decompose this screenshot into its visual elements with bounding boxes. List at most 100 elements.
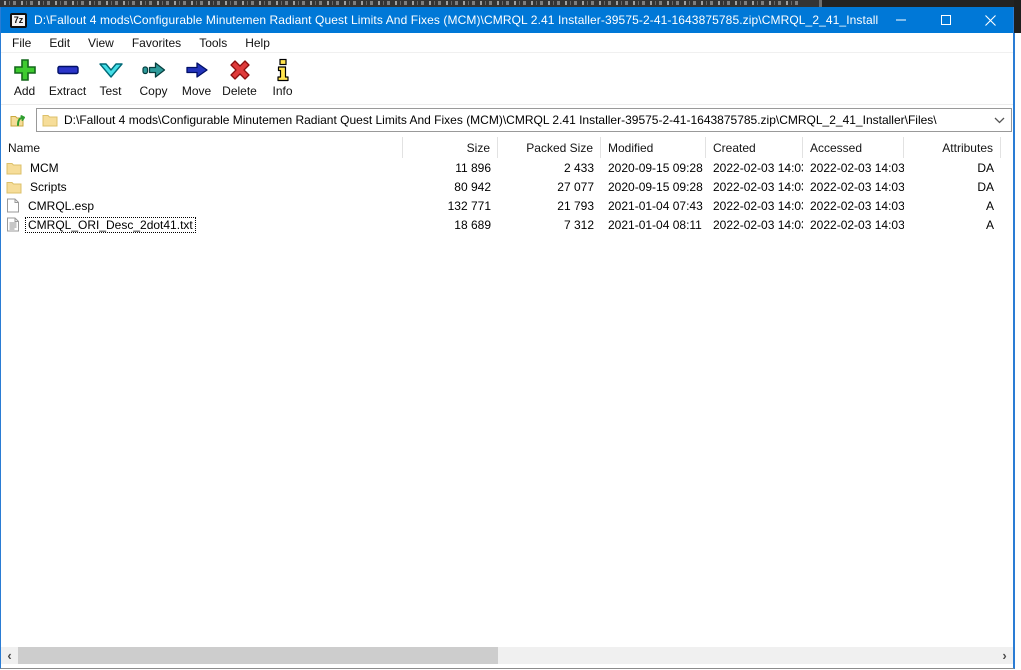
close-button[interactable] [968, 7, 1013, 33]
menu-item-tools[interactable]: Tools [190, 34, 236, 52]
scrollbar-track[interactable] [18, 647, 996, 664]
delete-button-label: Delete [222, 84, 257, 98]
screen: 7z D:\Fallout 4 mods\Configurable Minute… [0, 0, 1021, 670]
add-plus-icon [12, 57, 38, 83]
table-row[interactable]: CMRQL_ORI_Desc_2dot41.txt 18 689 7 312 2… [1, 215, 1013, 234]
file-created: 2022-02-03 14:03 [706, 161, 803, 175]
file-accessed: 2022-02-03 14:03 [803, 161, 904, 175]
7zip-app-icon: 7z [10, 13, 27, 28]
maximize-button[interactable] [923, 7, 968, 33]
folder-icon [42, 113, 58, 127]
add-button[interactable]: Add [3, 57, 46, 98]
file-size: 18 689 [403, 218, 498, 232]
extract-button[interactable]: Extract [46, 57, 89, 98]
maximize-icon [940, 14, 952, 26]
table-row[interactable]: CMRQL.esp 132 771 21 793 2021-01-04 07:4… [1, 196, 1013, 215]
window-title: D:\Fallout 4 mods\Configurable Minutemen… [34, 13, 878, 27]
7zip-window: 7z D:\Fallout 4 mods\Configurable Minute… [0, 7, 1015, 669]
file-list: MCM 11 896 2 433 2020-09-15 09:28 2022-0… [1, 158, 1013, 234]
file-packed-size: 21 793 [498, 199, 601, 213]
file-created: 2022-02-03 14:03 [706, 218, 803, 232]
window-controls [878, 7, 1013, 33]
menu-bar: File Edit View Favorites Tools Help [1, 33, 1013, 53]
scrollbar-thumb[interactable] [18, 647, 498, 664]
scroll-left-button[interactable]: ‹ [1, 647, 18, 664]
file-accessed: 2022-02-03 14:03 [803, 218, 904, 232]
delete-button[interactable]: Delete [218, 57, 261, 98]
folder-icon [6, 161, 22, 175]
title-bar: 7z D:\Fallout 4 mods\Configurable Minute… [1, 7, 1013, 33]
column-header-size[interactable]: Size [403, 137, 498, 158]
up-one-level-button[interactable] [5, 107, 33, 133]
file-attributes: DA [904, 180, 1001, 194]
chevron-down-icon[interactable] [994, 117, 1005, 124]
test-button-label: Test [99, 84, 121, 98]
add-button-label: Add [14, 84, 35, 98]
copy-button-label: Copy [139, 84, 167, 98]
file-attributes: A [904, 199, 1001, 213]
menu-item-view[interactable]: View [79, 34, 123, 52]
info-button[interactable]: Info [261, 57, 304, 98]
column-header-modified[interactable]: Modified [601, 137, 706, 158]
minimize-icon [895, 14, 907, 26]
column-header-attributes[interactable]: Attributes [904, 137, 1001, 158]
horizontal-scrollbar[interactable]: ‹ › [1, 647, 1013, 664]
test-button[interactable]: Test [89, 57, 132, 98]
table-row[interactable]: Scripts 80 942 27 077 2020-09-15 09:28 2… [1, 177, 1013, 196]
delete-x-icon [227, 57, 253, 83]
text-file-icon [6, 217, 20, 232]
toolbar: Add Extract Test Copy [1, 53, 1013, 105]
column-header-created[interactable]: Created [706, 137, 803, 158]
test-check-icon [98, 57, 124, 83]
file-attributes: DA [904, 161, 1001, 175]
background-window-corner [1014, 0, 1021, 33]
minimize-button[interactable] [878, 7, 923, 33]
file-accessed: 2022-02-03 14:03 [803, 199, 904, 213]
info-i-icon [270, 57, 296, 83]
file-created: 2022-02-03 14:03 [706, 199, 803, 213]
close-icon [984, 14, 997, 27]
file-size: 11 896 [403, 161, 498, 175]
file-packed-size: 2 433 [498, 161, 601, 175]
file-icon [6, 198, 20, 213]
file-modified: 2021-01-04 07:43 [601, 199, 706, 213]
folder-up-icon [9, 110, 29, 130]
menu-item-edit[interactable]: Edit [40, 34, 79, 52]
copy-arrow-icon [141, 57, 167, 83]
address-combobox[interactable]: D:\Fallout 4 mods\Configurable Minutemen… [36, 108, 1012, 132]
file-name: CMRQL.esp [25, 198, 97, 214]
menu-item-help[interactable]: Help [236, 34, 279, 52]
menu-item-favorites[interactable]: Favorites [123, 34, 190, 52]
info-button-label: Info [272, 84, 292, 98]
file-size: 80 942 [403, 180, 498, 194]
file-modified: 2020-09-15 09:28 [601, 161, 706, 175]
file-accessed: 2022-02-03 14:03 [803, 180, 904, 194]
copy-button[interactable]: Copy [132, 57, 175, 98]
file-size: 132 771 [403, 199, 498, 213]
file-packed-size: 27 077 [498, 180, 601, 194]
file-name: Scripts [27, 179, 70, 195]
file-name: CMRQL_ORI_Desc_2dot41.txt [25, 217, 196, 233]
folder-icon [6, 180, 22, 194]
background-window-strip [0, 0, 1021, 7]
file-packed-size: 7 312 [498, 218, 601, 232]
file-attributes: A [904, 218, 1001, 232]
move-button[interactable]: Move [175, 57, 218, 98]
column-header-name[interactable]: Name [1, 137, 403, 158]
extract-minus-icon [55, 57, 81, 83]
list-header: Name Size Packed Size Modified Created A… [1, 137, 1013, 158]
column-header-accessed[interactable]: Accessed [803, 137, 904, 158]
address-path: D:\Fallout 4 mods\Configurable Minutemen… [64, 113, 988, 127]
table-row[interactable]: MCM 11 896 2 433 2020-09-15 09:28 2022-0… [1, 158, 1013, 177]
file-modified: 2021-01-04 08:11 [601, 218, 706, 232]
file-modified: 2020-09-15 09:28 [601, 180, 706, 194]
move-button-label: Move [182, 84, 211, 98]
column-header-packed-size[interactable]: Packed Size [498, 137, 601, 158]
menu-item-file[interactable]: File [3, 34, 40, 52]
move-arrow-icon [184, 57, 210, 83]
address-bar-row: D:\Fallout 4 mods\Configurable Minutemen… [1, 105, 1013, 135]
extract-button-label: Extract [49, 84, 86, 98]
scroll-right-button[interactable]: › [996, 647, 1013, 664]
file-name: MCM [27, 160, 62, 176]
file-created: 2022-02-03 14:03 [706, 180, 803, 194]
